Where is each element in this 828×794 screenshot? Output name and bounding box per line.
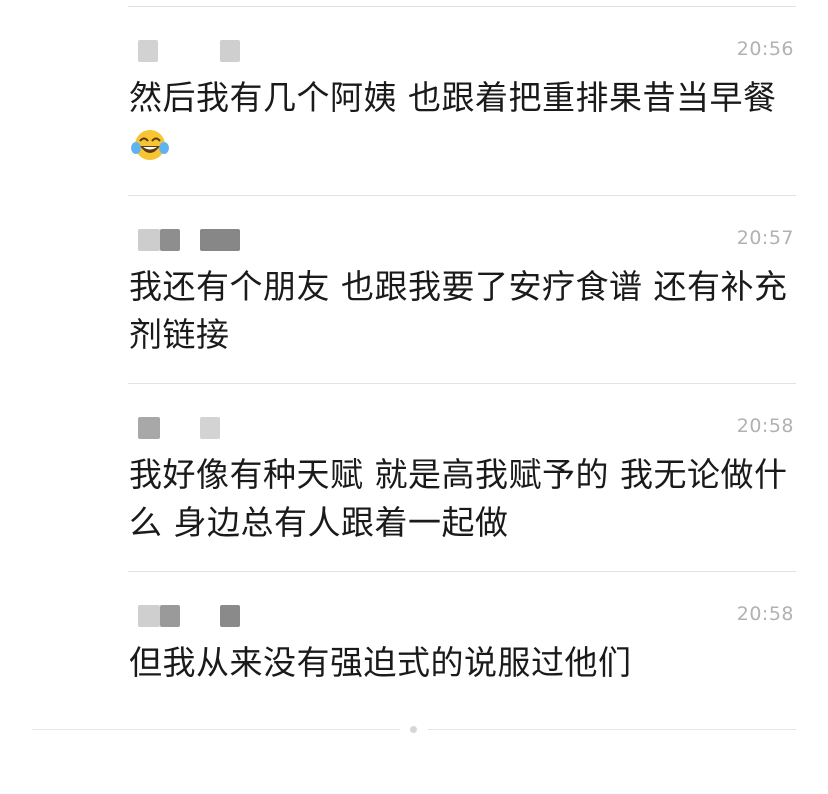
mosaic-block [220,40,240,62]
message-text: 我还有个朋友 也跟我要了安疗食谱 还有补充剂链接 [129,267,788,354]
message-text: 我好像有种天赋 就是高我赋予的 我无论做什么 身边总有人跟着一起做 [129,455,788,542]
history-end-line-right [428,729,796,730]
mosaic-block [200,229,240,251]
chat-history[interactable]: 20:56 然后我有几个阿姨 也跟着把重排果昔当早餐 20:57 我还有个朋友 … [0,0,828,794]
message-text: 但我从来没有强迫式的说服过他们 [129,643,632,682]
history-end-dot [410,726,417,733]
message-time: 20:56 [736,38,794,60]
mosaic-block [200,417,220,439]
history-end-line-left [32,729,400,730]
message-time: 20:58 [736,415,794,437]
mosaic-block [160,605,180,627]
mosaic-block [138,229,160,251]
mosaic-block [160,229,180,251]
mosaic-block [138,417,160,439]
message-time: 20:57 [736,227,794,249]
message-text-content: 然后我有几个阿姨 也跟着把重排果昔当早餐 [129,78,777,117]
laughing-crying-emoji-icon [131,127,169,161]
mosaic-block [138,605,160,627]
sender-name-masked [138,417,258,439]
sender-name-masked [138,229,258,251]
message-divider [128,571,796,572]
message-divider [128,195,796,196]
message-divider [128,383,796,384]
message-time: 20:58 [736,603,794,625]
message-text: 然后我有几个阿姨 也跟着把重排果昔当早餐 [129,74,794,170]
mosaic-block [220,605,240,627]
sender-name-masked [138,605,258,627]
mosaic-block [138,40,158,62]
message-divider [128,6,796,7]
sender-name-masked [138,40,258,62]
